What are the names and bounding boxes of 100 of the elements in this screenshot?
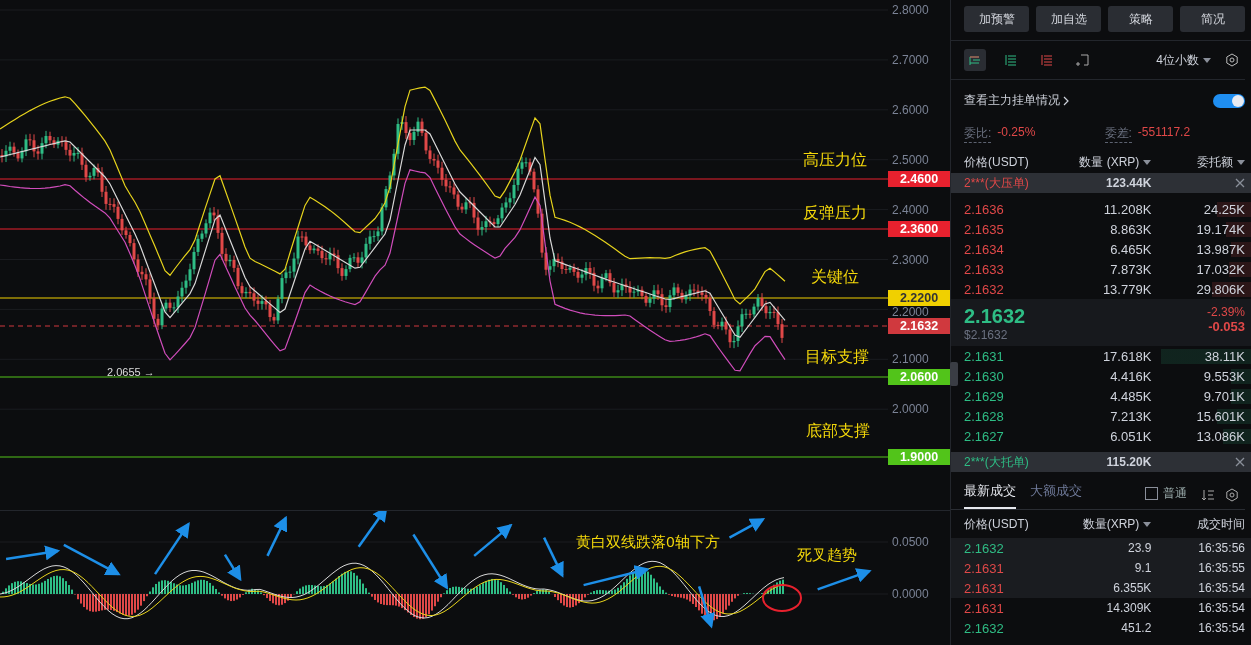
sort-icon xyxy=(1201,488,1215,502)
change-amount: -0.053 xyxy=(1208,319,1245,334)
action-button[interactable]: 加自选 xyxy=(1036,6,1101,32)
bid-quantity: 17.618K xyxy=(1102,348,1152,364)
action-button[interactable]: 策略 xyxy=(1108,6,1173,32)
arrow xyxy=(5,545,61,561)
trade-price: 2.1632 xyxy=(964,540,1005,556)
bid-price: 2.1628 xyxy=(964,408,1005,424)
big-bid-row[interactable]: 2***(大托单) 115.20K xyxy=(951,452,1251,472)
arrow xyxy=(583,565,650,587)
price-tag: 2.1632 xyxy=(888,318,950,334)
column-header[interactable]: 数量(XRP) xyxy=(1082,515,1152,533)
ask-price: 2.1632 xyxy=(964,281,1005,297)
column-header: 成交时间 xyxy=(1197,515,1245,533)
level-note: 关键位 xyxy=(811,266,859,287)
column-header[interactable]: 委托额 xyxy=(1197,153,1245,171)
axis-label: 2.1000 xyxy=(892,352,929,367)
trade-quantity: 23.9 xyxy=(1127,541,1152,555)
big-ask-row[interactable]: 2***(大压单) 123.44K xyxy=(951,173,1251,193)
trade-quantity: 9.1 xyxy=(1134,561,1152,575)
axis-label: 2.5000 xyxy=(892,152,929,167)
highlight-circle xyxy=(762,584,802,612)
big-bid-label: 2***(大托单) xyxy=(964,453,1030,471)
axis-label: 2.6000 xyxy=(892,102,929,117)
chart-note: 黄白双线跌落0轴下方 xyxy=(576,532,720,552)
book-both-button[interactable] xyxy=(964,49,986,71)
close-icon[interactable] xyxy=(1235,178,1245,188)
axis-label: 2.7000 xyxy=(892,52,929,67)
trade-price: 2.1632 xyxy=(964,620,1005,636)
price-tag: 2.3600 xyxy=(888,221,950,237)
main-orders-link[interactable]: 查看主力挂单情况 xyxy=(964,92,1069,109)
close-icon[interactable] xyxy=(1235,457,1245,467)
bid-price: 2.1629 xyxy=(964,388,1005,404)
ask-quantity: 8.863K xyxy=(1110,221,1152,237)
list-icon xyxy=(1004,53,1018,67)
bid-price: 2.1630 xyxy=(964,368,1005,384)
column-header: 价格(USDT) xyxy=(964,153,1030,171)
settings-icon xyxy=(1225,488,1239,502)
level-note: 反弹压力 xyxy=(803,202,867,223)
ask-price: 2.1633 xyxy=(964,261,1005,277)
axis-label: 2.3000 xyxy=(892,252,929,267)
trade-quantity: 451.2 xyxy=(1121,621,1152,635)
ask-price: 2.1636 xyxy=(964,201,1005,217)
arrow xyxy=(357,511,388,548)
axis-label: 2.8000 xyxy=(892,3,929,17)
ask-quantity: 11.208K xyxy=(1103,201,1152,217)
arrow xyxy=(542,537,564,578)
trade-time: 16:35:54 xyxy=(1198,581,1245,595)
column-header: 价格(USDT) xyxy=(964,515,1030,533)
arrow xyxy=(473,523,513,557)
caret-icon xyxy=(1237,159,1245,165)
price-tag: 2.2200 xyxy=(888,290,950,306)
arrow xyxy=(817,568,872,591)
ask-quantity: 13.779K xyxy=(1102,281,1152,297)
add-frame-icon xyxy=(1076,53,1090,67)
big-ask-amount: 123.44K xyxy=(1105,176,1152,190)
main-orders-toggle[interactable] xyxy=(1213,93,1245,108)
ask-price: 2.1634 xyxy=(964,241,1005,257)
caret-icon xyxy=(1203,57,1211,63)
usd-price: $2.1632 xyxy=(964,328,1008,342)
trades-tab[interactable]: 最新成交 xyxy=(964,482,1016,509)
trades-tab[interactable]: 大额成交 xyxy=(1030,482,1082,509)
caret-icon xyxy=(1143,521,1152,527)
axis-label: 2.2000 xyxy=(892,305,929,319)
price-tag: 2.4600 xyxy=(888,171,950,187)
arrow xyxy=(63,543,121,576)
ask-quantity: 6.465K xyxy=(1110,241,1152,257)
trade-quantity: 6.355K xyxy=(1113,581,1152,595)
action-button[interactable]: 简况 xyxy=(1180,6,1245,32)
panel-handle[interactable] xyxy=(950,362,958,386)
big-ask-label: 2***(大压单) xyxy=(964,174,1030,192)
arrow xyxy=(154,522,190,575)
ratio-value: -0.25% xyxy=(997,125,1036,141)
list-icon xyxy=(1040,53,1054,67)
bid-quantity: 7.213K xyxy=(1110,408,1152,424)
bid-price: 2.1631 xyxy=(964,348,1005,364)
column-header[interactable]: 数量 (XRP) xyxy=(1079,153,1152,171)
bid-quantity: 6.051K xyxy=(1110,428,1152,444)
change-percent: -2.39% xyxy=(1206,305,1245,319)
bid-price: 2.1627 xyxy=(964,428,1005,444)
arrow xyxy=(266,515,288,557)
normal-checkbox[interactable] xyxy=(1145,487,1158,500)
price-tag: 2.0600 xyxy=(888,369,950,385)
both-sides-icon xyxy=(968,53,982,67)
level-note: 底部支撑 xyxy=(806,420,870,441)
chart-note: 死叉趋势 xyxy=(797,545,857,565)
bid-quantity: 4.416K xyxy=(1110,368,1152,384)
price-tag: 1.9000 xyxy=(888,449,950,465)
checkbox-label: 普通 xyxy=(1163,485,1187,502)
level-note: 目标支撑 xyxy=(805,346,869,367)
trade-price: 2.1631 xyxy=(964,600,1005,616)
big-bid-amount: 115.20K xyxy=(1106,455,1152,469)
axis-label: 0.0000 xyxy=(892,587,929,601)
action-button[interactable]: 加预警 xyxy=(964,6,1029,32)
decimals-dropdown[interactable]: 4位小数 xyxy=(1156,51,1211,69)
axis-label: 2.0000 xyxy=(892,402,929,417)
arrow xyxy=(412,533,449,590)
last-price: 2.1632 xyxy=(964,305,1026,328)
trade-time: 16:35:54 xyxy=(1198,621,1245,635)
bid-quantity: 4.485K xyxy=(1110,388,1152,404)
